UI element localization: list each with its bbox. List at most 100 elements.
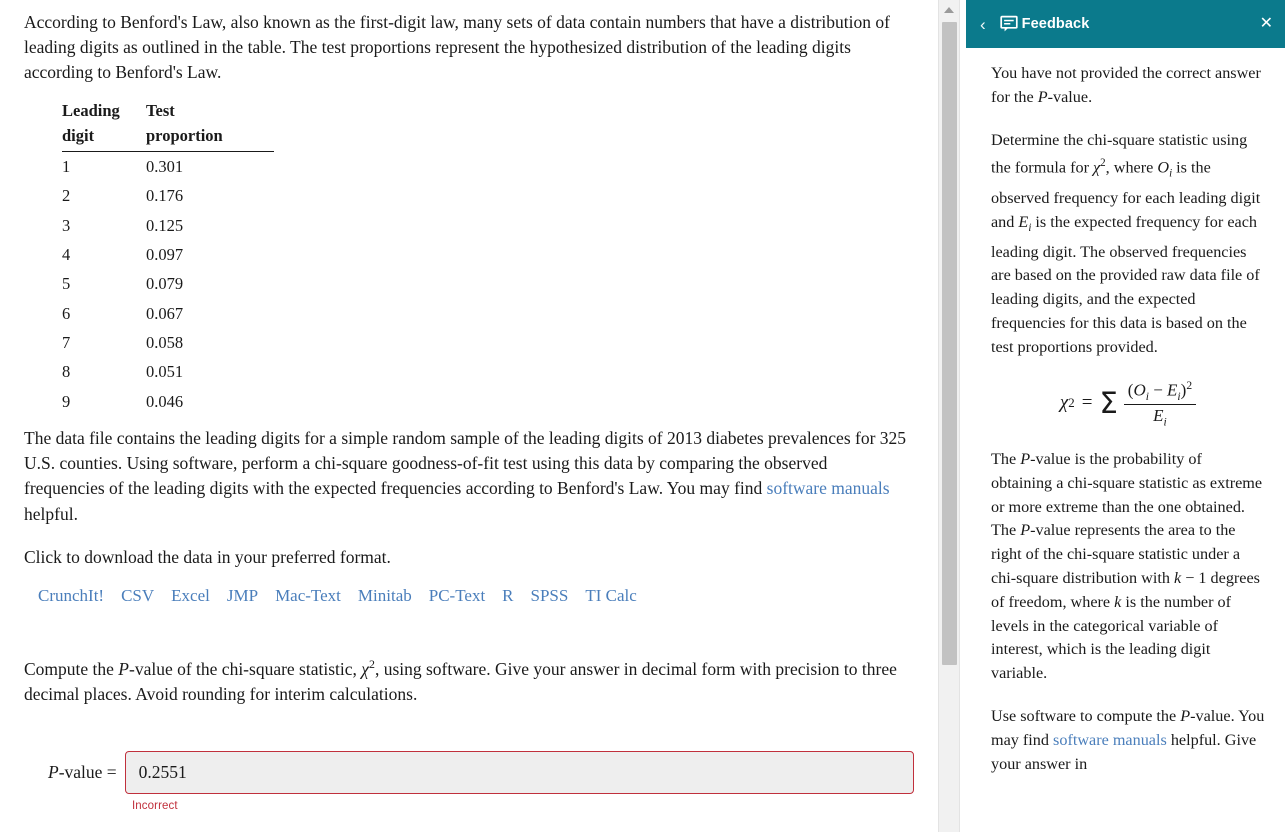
feedback-title: Feedback: [1021, 16, 1090, 32]
download-link-ti-calc[interactable]: TI Calc: [585, 586, 636, 605]
table-row: 6 0.067: [62, 298, 274, 327]
fb-p4-italic-P: P: [1180, 707, 1191, 726]
download-link-excel[interactable]: Excel: [171, 586, 210, 605]
feedback-paragraph-4: Use software to compute the P-value. You…: [991, 705, 1265, 776]
compute-chi-symbol: χ: [361, 658, 369, 679]
answer-status-message: Incorrect: [132, 800, 178, 813]
table-body: 1 0.301 2 0.176 3 0.125 4 0.097 5 0.079 …: [62, 151, 274, 416]
cell-leading-digit: 1: [62, 156, 71, 176]
chevron-left-icon[interactable]: ‹: [980, 16, 986, 33]
column-header-test-proportion-line1: Test: [146, 100, 175, 120]
download-link-csv[interactable]: CSV: [121, 586, 154, 605]
formula-fraction: (Oi − Ei)2 Ei: [1123, 378, 1197, 428]
cell-test-proportion: 0.058: [146, 333, 184, 353]
download-link-jmp[interactable]: JMP: [227, 586, 258, 605]
cell-test-proportion: 0.176: [146, 186, 184, 206]
close-icon[interactable]: ✕: [1260, 16, 1273, 32]
formula-num-O: O: [1133, 380, 1146, 400]
formula-chi-exponent: 2: [1068, 395, 1075, 411]
download-link-pc-text[interactable]: PC-Text: [429, 586, 485, 605]
formula-sigma-symbol: Σ: [1099, 385, 1118, 420]
feedback-body: You have not provided the correct answer…: [966, 48, 1285, 776]
table-row: 8 0.051: [62, 357, 274, 386]
download-link-r[interactable]: R: [502, 586, 513, 605]
fb-p2-text-2: , where: [1105, 158, 1158, 177]
table-row: 7 0.058: [62, 328, 274, 357]
answer-label-P: P: [48, 762, 59, 783]
download-link-minitab[interactable]: Minitab: [358, 586, 412, 605]
p-value-input[interactable]: [124, 751, 914, 795]
triangle-up-icon[interactable]: [944, 7, 954, 13]
fb-p3-text-1: The: [991, 450, 1021, 469]
table-header-row: Leading digit Test proportion: [62, 97, 274, 152]
question-content: According to Benford's Law, also known a…: [0, 0, 938, 812]
fb-p4-text-1: Use software to compute the: [991, 707, 1181, 726]
cell-leading-digit: 7: [62, 333, 71, 353]
table-row: 9 0.046: [62, 387, 274, 416]
table-row: 2 0.176: [62, 181, 274, 210]
compute-text-1: Compute the: [24, 658, 119, 679]
speech-bubble-icon: [1000, 15, 1018, 33]
cell-test-proportion: 0.051: [146, 362, 184, 382]
cell-test-proportion: 0.097: [146, 244, 184, 264]
download-link-spss[interactable]: SPSS: [531, 586, 569, 605]
intro-paragraph: According to Benford's Law, also known a…: [24, 12, 890, 83]
formula-denominator: Ei: [1149, 405, 1171, 428]
cell-leading-digit: 5: [62, 274, 71, 294]
column-header-test-proportion-line2: proportion: [146, 125, 223, 145]
download-prompt: Click to download the data in your prefe…: [24, 546, 391, 567]
feedback-paragraph-1: You have not provided the correct answer…: [991, 62, 1265, 110]
scrollbar-thumb[interactable]: [942, 22, 957, 665]
fb-p1-text-2: -value.: [1047, 87, 1093, 106]
formula-den-E-subscript: i: [1163, 415, 1167, 429]
feedback-software-manuals-link[interactable]: software manuals: [1053, 731, 1167, 749]
fb-p2-E-symbol: E: [1018, 212, 1029, 231]
cell-leading-digit: 8: [62, 362, 71, 382]
feedback-panel: ‹ Feedback ✕ You have not provided the c…: [966, 0, 1285, 832]
question-pane-scrollbar[interactable]: [938, 0, 960, 832]
compute-text-2: -value of the chi-square statistic,: [129, 658, 362, 679]
cell-test-proportion: 0.125: [146, 215, 184, 235]
fb-p1-italic-P: P: [1037, 87, 1048, 106]
question-pane: According to Benford's Law, also known a…: [0, 0, 938, 832]
compute-italic-P: P: [118, 658, 129, 679]
fb-p2-O-symbol: O: [1157, 158, 1170, 177]
feedback-paragraph-3: The P-value is the probability of obtain…: [991, 448, 1265, 686]
column-header-test-proportion: Test proportion: [146, 97, 274, 152]
download-link-crunchit[interactable]: CrunchIt!: [38, 586, 104, 605]
table-head: Leading digit Test proportion: [62, 97, 274, 152]
compute-instruction-paragraph: Compute the P-value of the chi-square st…: [24, 652, 909, 707]
formula-numerator: (Oi − Ei)2: [1123, 378, 1197, 405]
table-row: 3 0.125: [62, 210, 274, 239]
answer-row: P-value =: [48, 751, 914, 795]
cell-leading-digit: 4: [62, 244, 71, 264]
table-row: 1 0.301: [62, 151, 274, 181]
software-manuals-link[interactable]: software manuals: [767, 478, 890, 498]
data-description-text-2: helpful.: [24, 503, 78, 524]
table-row: 4 0.097: [62, 240, 274, 269]
cell-leading-digit: 3: [62, 215, 71, 235]
column-header-leading-digit: Leading digit: [62, 97, 146, 152]
download-link-mac-text[interactable]: Mac-Text: [275, 586, 341, 605]
formula-num-exponent: 2: [1186, 378, 1193, 392]
answer-label: P-value =: [48, 762, 117, 783]
formula-num-minus: −: [1148, 380, 1168, 400]
cell-test-proportion: 0.079: [146, 274, 184, 294]
fb-p3-italic-P-1: P: [1020, 450, 1031, 469]
cell-leading-digit: 6: [62, 303, 71, 323]
formula-den-E: E: [1153, 405, 1164, 425]
table-row: 5 0.079: [62, 269, 274, 298]
column-header-leading-digit-line2: digit: [62, 125, 95, 145]
data-description-paragraph: The data file contains the leading digit…: [24, 426, 909, 527]
fb-p2-text-4: is the expected frequency for each leadi…: [991, 212, 1260, 356]
cell-test-proportion: 0.046: [146, 391, 184, 411]
formula-equals-sign: =: [1081, 392, 1093, 414]
download-links-row: CrunchIt! CSV Excel JMP Mac-Text Minitab PC-Te…: [38, 584, 914, 608]
fb-p1-text-1: You have not provided the correct answer…: [991, 64, 1261, 106]
feedback-header: ‹ Feedback ✕: [966, 0, 1285, 48]
chi-square-formula: χ2 = Σ (Oi − Ei)2 Ei: [991, 379, 1265, 428]
formula-chi-symbol: χ: [1059, 392, 1069, 414]
answer-label-rest: -value =: [58, 762, 117, 783]
